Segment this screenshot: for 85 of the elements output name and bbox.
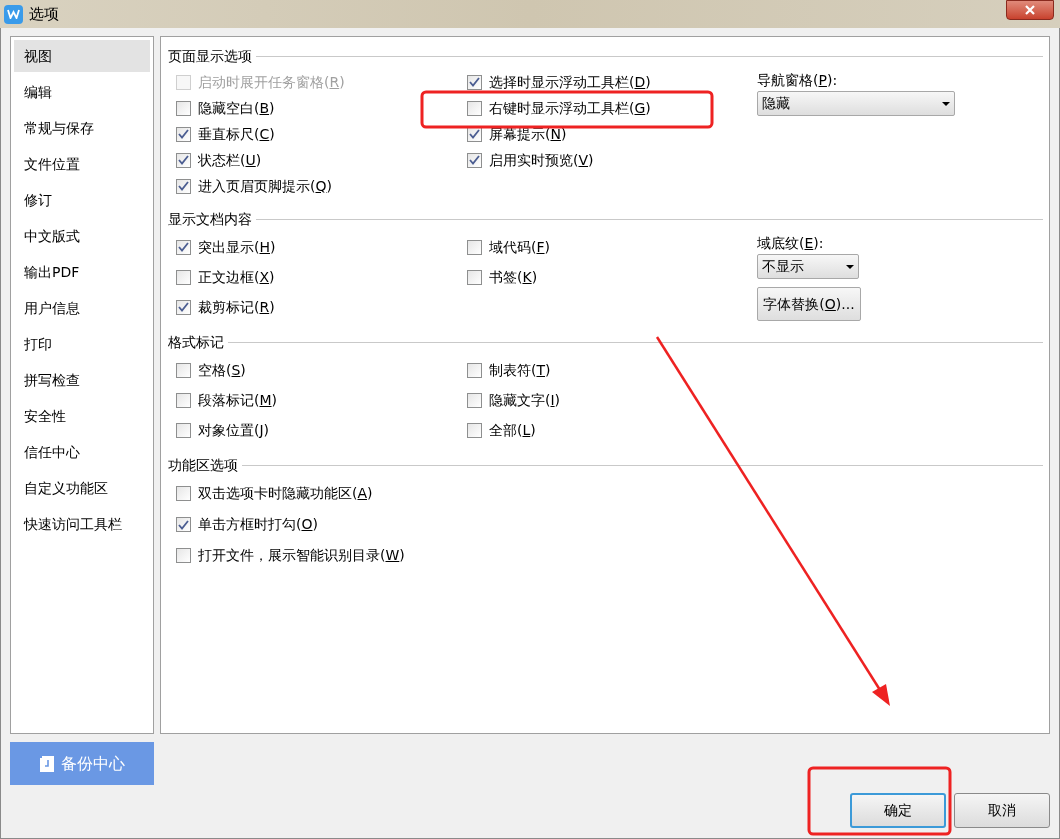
sidebar-item[interactable]: 修订	[14, 184, 150, 216]
sidebar-item[interactable]: 用户信息	[14, 292, 150, 324]
checkbox[interactable]	[176, 299, 191, 315]
checkbox[interactable]	[176, 126, 191, 142]
checkbox-label: 垂直标尺(C)	[198, 124, 275, 144]
checkbox-label: 打开文件，展示智能识别目录(W)	[198, 546, 405, 565]
checkbox-label: 书签(K)	[489, 267, 538, 287]
checkmark-icon	[469, 129, 480, 139]
section-title: 页面显示选项	[168, 46, 252, 66]
sidebar-item[interactable]: 打印	[14, 328, 150, 360]
checkmark-icon	[178, 302, 189, 312]
checkmark-icon	[178, 129, 189, 139]
section-title: 显示文档内容	[168, 209, 252, 229]
sidebar-item[interactable]: 中文版式	[14, 220, 150, 252]
checkbox[interactable]	[176, 178, 191, 194]
close-button[interactable]	[1006, 0, 1054, 20]
checkbox-label: 单击方框时打勾(O)	[198, 515, 318, 534]
checkbox-label: 空格(S)	[198, 360, 246, 380]
checkbox[interactable]	[176, 239, 191, 255]
checkbox-label: 启用实时预览(V)	[489, 150, 594, 170]
field-label: 域底纹(E):	[757, 233, 825, 253]
checkbox-label: 裁剪标记(R)	[198, 297, 275, 317]
checkbox-label: 右键时显示浮动工具栏(G)	[489, 98, 651, 118]
checkbox-label: 段落标记(M)	[198, 390, 278, 410]
checkbox[interactable]	[176, 517, 191, 532]
checkmark-icon	[469, 155, 480, 165]
checkbox[interactable]	[467, 74, 482, 90]
checkbox-label: 突出显示(H)	[198, 237, 276, 257]
checkbox-label: 正文边框(X)	[198, 267, 275, 287]
checkmark-icon	[469, 77, 480, 87]
checkbox[interactable]	[176, 100, 191, 116]
checkbox[interactable]	[467, 422, 482, 438]
checkbox-label: 启动时展开任务窗格(R)	[198, 72, 345, 92]
section-title: 格式标记	[168, 332, 224, 352]
dropdown[interactable]: 隐藏	[757, 91, 955, 116]
checkmark-icon	[178, 181, 189, 191]
field-label: 导航窗格(P):	[757, 70, 839, 90]
window-title: 选项	[29, 3, 59, 25]
checkbox[interactable]	[467, 152, 482, 168]
dropdown[interactable]: 不显示	[757, 254, 859, 279]
checkbox[interactable]	[467, 239, 482, 255]
sidebar-item[interactable]: 自定义功能区	[14, 472, 150, 504]
checkbox[interactable]	[176, 548, 191, 563]
checkbox[interactable]	[176, 152, 191, 168]
sidebar-item[interactable]: 输出PDF	[14, 256, 150, 288]
sidebar-item[interactable]: 视图	[14, 40, 150, 72]
checkbox-label: 对象位置(J)	[198, 420, 270, 440]
font-substitution-button[interactable]: 字体替换(O)...	[757, 287, 861, 321]
app-logo-icon	[4, 4, 23, 24]
checkbox[interactable]	[467, 269, 482, 285]
dialog-button[interactable]: 取消	[954, 793, 1050, 828]
checkbox-label: 域代码(F)	[489, 237, 550, 257]
dialog-button[interactable]: 确定	[850, 793, 946, 828]
sidebar-item[interactable]: 常规与保存	[14, 112, 150, 144]
checkbox-label: 全部(L)	[489, 420, 536, 440]
checkbox[interactable]	[176, 392, 191, 408]
checkbox-label: 隐藏文字(I)	[489, 390, 561, 410]
sidebar-item[interactable]: 信任中心	[14, 436, 150, 468]
checkbox-label: 进入页眉页脚提示(Q)	[198, 176, 332, 196]
checkbox[interactable]	[176, 269, 191, 285]
checkbox-label: 选择时显示浮动工具栏(D)	[489, 72, 651, 92]
checkbox[interactable]	[176, 486, 191, 501]
section-title: 功能区选项	[168, 455, 238, 475]
dropdown-arrow-icon	[942, 101, 950, 106]
checkmark-icon	[178, 155, 189, 165]
document-icon	[39, 754, 55, 773]
checkbox-label: 屏幕提示(N)	[489, 124, 567, 144]
checkbox[interactable]	[176, 422, 191, 438]
dropdown-arrow-icon	[846, 264, 854, 269]
checkmark-icon	[178, 519, 189, 530]
checkbox[interactable]	[467, 392, 482, 408]
sidebar-item[interactable]: 拼写检查	[14, 364, 150, 396]
checkmark-icon	[178, 242, 189, 252]
sidebar-item[interactable]: 快速访问工具栏	[14, 508, 150, 540]
checkbox[interactable]	[467, 362, 482, 378]
checkbox-label: 隐藏空白(B)	[198, 98, 275, 118]
checkbox[interactable]	[176, 362, 191, 378]
checkbox-label: 双击选项卡时隐藏功能区(A)	[198, 484, 373, 503]
close-icon	[1025, 5, 1035, 15]
checkbox-label: 状态栏(U)	[198, 150, 262, 170]
sidebar-item[interactable]: 编辑	[14, 76, 150, 108]
sidebar-item[interactable]: 安全性	[14, 400, 150, 432]
sidebar-item[interactable]: 文件位置	[14, 148, 150, 180]
checkbox-label: 制表符(T)	[489, 360, 551, 380]
checkbox[interactable]	[467, 100, 482, 116]
